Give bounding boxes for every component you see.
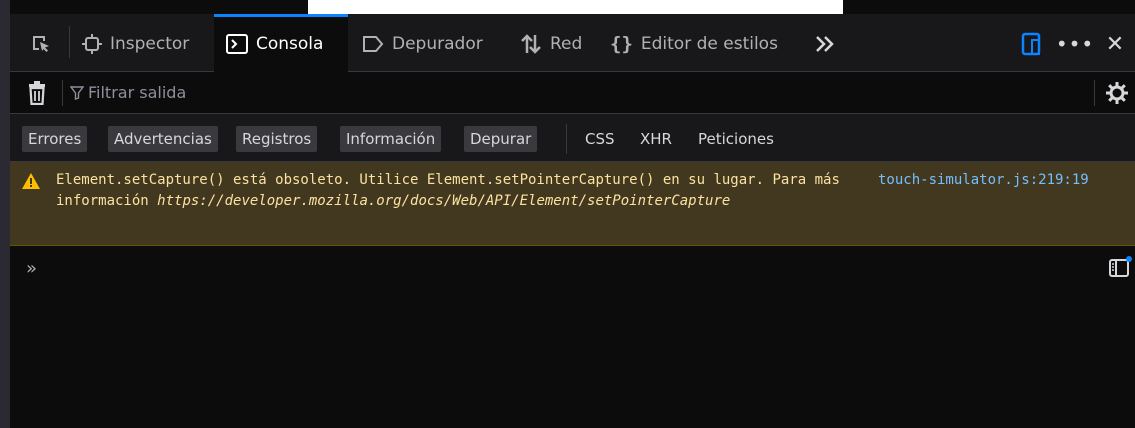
filter-logs-button[interactable]: Registros [236, 126, 318, 152]
filter-warnings-button[interactable]: Advertencias [108, 126, 218, 152]
levels-separator [566, 124, 567, 154]
tab-network-label: Red [550, 34, 583, 54]
console-input-prompt[interactable]: » [26, 258, 37, 279]
sidebar-toggle-button[interactable] [1108, 256, 1132, 284]
responsive-design-icon [1021, 32, 1043, 56]
tab-console-label: Consola [256, 34, 324, 54]
chevron-double-right-icon [814, 35, 836, 53]
toolbar-separator [69, 26, 70, 58]
tab-network[interactable]: Red [516, 16, 598, 72]
braces-icon: {} [610, 33, 633, 55]
close-devtools-button[interactable]: ✕ [1098, 16, 1132, 72]
inspector-icon [82, 34, 102, 54]
filter-funnel-icon [70, 86, 84, 100]
console-filter-bar: Filtrar salida [10, 72, 1135, 114]
trash-icon [27, 81, 47, 105]
filter-separator [62, 80, 63, 106]
warning-source-link[interactable]: touch-simulator.js:219:19 [878, 170, 1089, 191]
filter-errors-button[interactable]: Errores [22, 126, 88, 152]
tab-style-editor[interactable]: {} Editor de estilos [606, 16, 802, 72]
tabs-overflow-button[interactable] [808, 16, 842, 72]
warning-icon [22, 173, 40, 189]
sidebar-toggle-icon [1108, 256, 1132, 280]
tab-console[interactable]: Consola [214, 14, 348, 72]
filter-output-input[interactable]: Filtrar salida [88, 83, 186, 102]
filter-debug-button[interactable]: Depurar [464, 126, 538, 152]
clear-console-button[interactable] [24, 80, 50, 106]
devtools-toolbar: Inspector Consola Depurador Red {} Edito… [10, 14, 1135, 72]
more-options-icon: ••• [1055, 32, 1095, 56]
tab-debugger-label: Depurador [392, 34, 483, 54]
close-icon: ✕ [1105, 31, 1125, 57]
console-warning-message: Element.setCapture() está obsoleto. Util… [10, 162, 1135, 246]
debugger-icon [362, 35, 384, 53]
filter-requests-button[interactable]: Peticiones [698, 126, 774, 152]
tab-inspector[interactable]: Inspector [78, 16, 208, 72]
log-level-filters: Errores Advertencias Registros Informaci… [10, 114, 1135, 162]
top-strip-left [10, 0, 308, 14]
top-strip-right [843, 0, 1135, 14]
filter-info-button[interactable]: Información [340, 126, 442, 152]
network-arrows-icon [520, 33, 542, 55]
filter-css-button[interactable]: CSS [585, 126, 615, 152]
devtools-panel: Inspector Consola Depurador Red {} Edito… [10, 14, 1135, 428]
warning-text: Element.setCapture() está obsoleto. Util… [56, 170, 846, 212]
tab-debugger[interactable]: Depurador [358, 16, 508, 72]
tab-style-editor-label: Editor de estilos [640, 34, 778, 54]
gear-icon [1105, 81, 1129, 105]
element-picker-icon [30, 33, 52, 55]
tab-inspector-label: Inspector [110, 34, 190, 54]
settings-separator [1094, 80, 1095, 106]
responsive-design-button[interactable] [1012, 16, 1052, 72]
window-edge [0, 0, 10, 428]
screenshot-frame: Inspector Consola Depurador Red {} Edito… [0, 0, 1135, 428]
console-settings-button[interactable] [1102, 78, 1132, 108]
element-picker-button[interactable] [20, 16, 62, 72]
warning-doc-link[interactable]: https://developer.mozilla.org/docs/Web/A… [157, 193, 730, 209]
console-icon [226, 34, 248, 54]
more-options-button[interactable]: ••• [1055, 16, 1095, 72]
filter-xhr-button[interactable]: XHR [640, 126, 672, 152]
